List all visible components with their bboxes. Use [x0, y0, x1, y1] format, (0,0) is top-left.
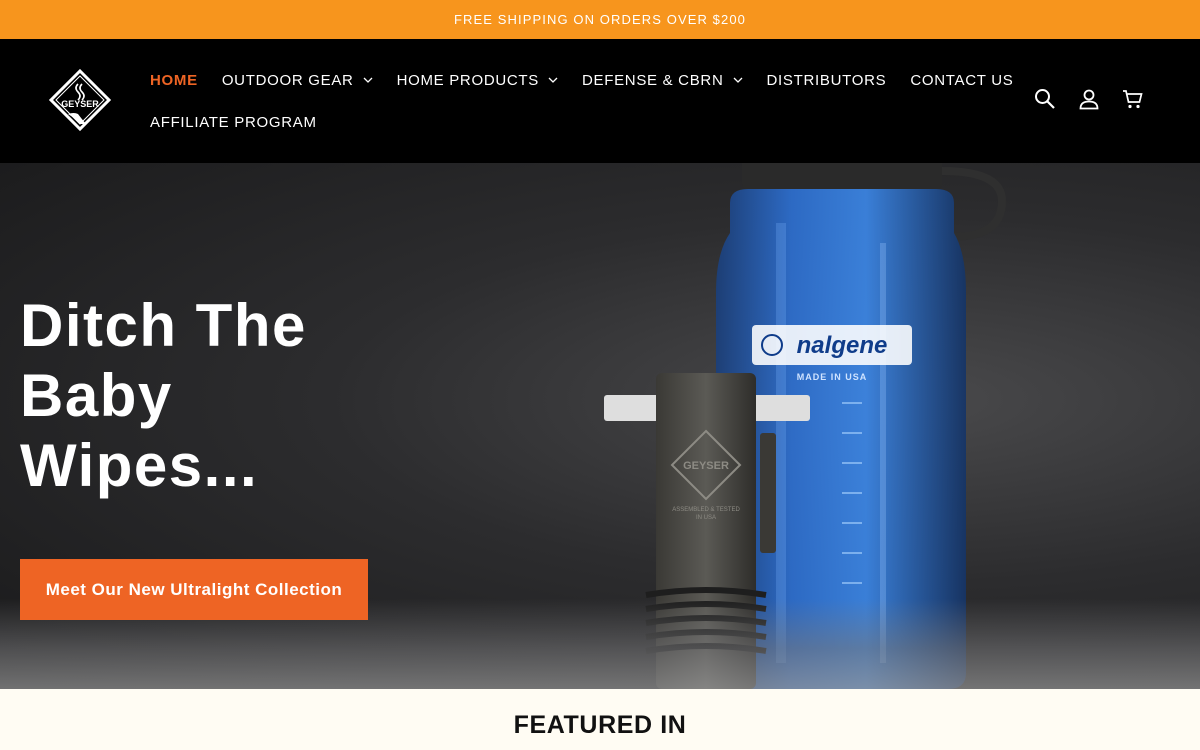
header-icons [1034, 88, 1144, 110]
nav-home-products[interactable]: HOME PRODUCTS [397, 69, 558, 91]
chevron-down-icon [733, 75, 743, 85]
chevron-down-icon [548, 75, 558, 85]
geyser-logo[interactable]: GEYSER [48, 68, 112, 132]
ultralight-collection-button[interactable]: Meet Our New Ultralight Collection [20, 559, 368, 620]
hero-title-line-3: Wipes... [20, 432, 259, 499]
site-header: GEYSER HOME OUTDOOR GEAR HOME PRODUCTS D… [0, 39, 1200, 163]
nav-home-label: HOME [150, 71, 198, 89]
nav-distributors[interactable]: DISTRIBUTORS [767, 69, 887, 91]
search-icon[interactable] [1034, 88, 1056, 110]
hero-title: Ditch The Baby Wipes... [20, 291, 360, 501]
featured-in-section: FEATURED IN [0, 689, 1200, 750]
hero-title-line-1: Ditch The [20, 292, 307, 359]
cart-icon[interactable] [1122, 88, 1144, 110]
nav-contact-us[interactable]: CONTACT US [910, 69, 1013, 91]
account-icon[interactable] [1078, 88, 1100, 110]
nav-affiliate-program[interactable]: AFFILIATE PROGRAM [150, 111, 317, 133]
announcement-bar: FREE SHIPPING ON ORDERS OVER $200 [0, 0, 1200, 39]
nav-home-products-label: HOME PRODUCTS [396, 71, 539, 89]
nav-distributors-label: DISTRIBUTORS [766, 71, 887, 89]
nav-affiliate-program-label: AFFILIATE PROGRAM [150, 113, 317, 131]
device-subtext-2: IN USA [696, 515, 716, 521]
logo-text: GEYSER [61, 99, 99, 109]
device-subtext-1: ASSEMBLED & TESTED [672, 507, 740, 513]
geyser-logo-icon: GEYSER [48, 68, 112, 132]
nav-defense-cbrn[interactable]: DEFENSE & CBRN [582, 69, 743, 91]
nav-contact-us-label: CONTACT US [910, 71, 1014, 89]
device-brand-text: GEYSER [683, 460, 729, 472]
hero-banner: nalgene MADE IN USA GEYSER ASSEMBLED & T… [0, 163, 1200, 689]
main-nav-row-2: AFFILIATE PROGRAM [150, 111, 341, 133]
announcement-text: FREE SHIPPING ON ORDERS OVER $200 [453, 12, 747, 27]
nav-home[interactable]: HOME [150, 69, 198, 91]
chevron-down-icon [363, 75, 373, 85]
nav-defense-cbrn-label: DEFENSE & CBRN [582, 71, 724, 89]
nav-outdoor-gear[interactable]: OUTDOOR GEAR [222, 69, 373, 91]
nav-outdoor-gear-label: OUTDOOR GEAR [221, 71, 354, 89]
bottle-cap [742, 163, 942, 191]
bottle-subtext: MADE IN USA [797, 372, 868, 382]
bottle-brand-text: nalgene [797, 332, 888, 359]
hero-title-line-2: Baby [20, 362, 173, 429]
main-nav: HOME OUTDOOR GEAR HOME PRODUCTS DEFENSE … [150, 69, 1037, 91]
featured-in-title: FEATURED IN [513, 711, 687, 739]
